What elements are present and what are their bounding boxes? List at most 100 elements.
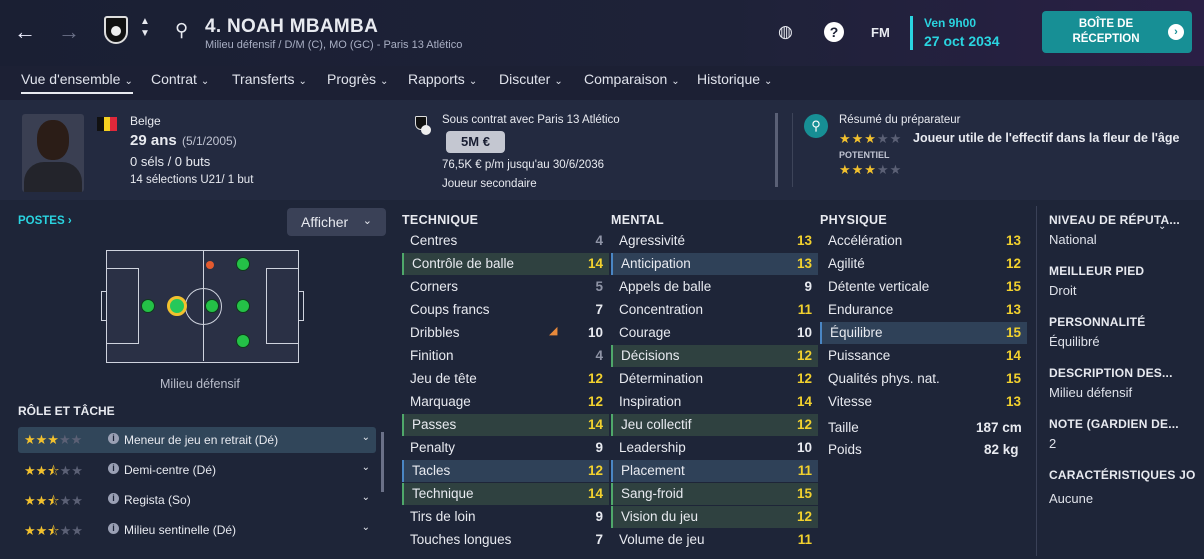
attribute-value: 12: [796, 509, 812, 524]
attribute-row[interactable]: Décisions 12: [611, 345, 818, 367]
player-switch-chevrons-icon[interactable]: ▲ ▼: [140, 16, 150, 40]
attribute-row[interactable]: Touches longues 7: [402, 529, 609, 551]
attribute-row[interactable]: Technique 14: [402, 483, 609, 505]
attribute-value: 12: [796, 348, 812, 363]
chevron-down-icon[interactable]: ⌄: [362, 522, 370, 533]
attribute-row[interactable]: Équilibre 15: [820, 322, 1027, 344]
info-icon[interactable]: i: [108, 433, 119, 444]
attribute-label: Coups francs: [410, 302, 490, 317]
nationality: Belge: [130, 114, 161, 128]
tab-progress[interactable]: Progrès ⌄: [327, 71, 388, 87]
tab-contract[interactable]: Contrat ⌄: [151, 71, 209, 87]
attribute-row[interactable]: Corners 5: [402, 276, 609, 298]
tab-reports[interactable]: Rapports ⌄: [408, 71, 477, 87]
attribute-row[interactable]: Passes 14: [402, 414, 609, 436]
attribute-value: 10: [796, 440, 812, 455]
attribute-row[interactable]: Courage 10: [611, 322, 818, 344]
attribute-row[interactable]: Centres 4: [402, 230, 609, 252]
attribute-label: Leadership: [619, 440, 686, 455]
game-date[interactable]: Ven 9h00 27 oct 2034: [910, 16, 1020, 50]
attribute-row[interactable]: Leadership 10: [611, 437, 818, 459]
attribute-value: 13: [1005, 233, 1021, 248]
attribute-row[interactable]: Finition 4: [402, 345, 609, 367]
attribute-row[interactable]: Puissance 14: [820, 345, 1027, 367]
attribute-row[interactable]: Volume de jeu 11: [611, 529, 818, 551]
attribute-row[interactable]: Tacles 12: [402, 460, 609, 482]
positions-label: POSTES: [18, 215, 65, 227]
attribute-row[interactable]: Agilité 12: [820, 253, 1027, 275]
help-icon[interactable]: ?: [824, 22, 844, 42]
club-crest-small-icon: [415, 116, 431, 135]
info-icon[interactable]: i: [108, 493, 119, 504]
attribute-row[interactable]: Accélération 13: [820, 230, 1027, 252]
tab-transfers[interactable]: Transferts ⌄: [232, 71, 307, 87]
role-item[interactable]: ★★★★★ i Meneur de jeu en retrait (Dé) ⌄: [18, 427, 376, 453]
forward-arrow-icon[interactable]: →: [58, 21, 80, 43]
attribute-label: Vitesse: [828, 394, 873, 409]
chevron-down-icon[interactable]: ⌄: [1158, 221, 1166, 232]
coach-summary-text: Joueur utile de l'effectif dans la fleur…: [913, 131, 1180, 145]
tab-discuss[interactable]: Discuter ⌄: [499, 71, 563, 87]
attribute-label: Inspiration: [619, 394, 682, 409]
attribute-row[interactable]: Marquage 12: [402, 391, 609, 413]
attribute-label: Puissance: [828, 348, 891, 363]
attribute-row[interactable]: Détente verticale 15: [820, 276, 1027, 298]
attribute-row[interactable]: Qualités phys. nat. 15: [820, 368, 1027, 390]
attribute-row[interactable]: Inspiration 14: [611, 391, 818, 413]
globe-icon[interactable]: ◍: [778, 22, 793, 42]
position-dot-am-right: [236, 257, 250, 271]
attribute-row[interactable]: Appels de balle 9: [611, 276, 818, 298]
attribute-row[interactable]: Concentration 11: [611, 299, 818, 321]
role-item[interactable]: ★★⯪★★ i Regista (So) ⌄: [18, 487, 376, 513]
inbox-button[interactable]: BOÎTE DE RÉCEPTION ›: [1042, 11, 1192, 53]
goalkeeper-rating-value: 2: [1049, 436, 1057, 451]
show-dropdown-button[interactable]: Afficher ⌄: [287, 208, 386, 236]
attribute-value: 12: [1005, 256, 1021, 271]
back-arrow-icon[interactable]: ←: [14, 21, 36, 43]
positions-link[interactable]: POSTES ›: [18, 215, 72, 227]
attribute-label: Finition: [410, 348, 454, 363]
attribute-label: Dribbles: [410, 325, 460, 340]
tab-comparison[interactable]: Comparaison ⌄: [584, 71, 680, 87]
scout-search-icon[interactable]: ⚲: [804, 114, 828, 138]
attribute-value: 12: [587, 394, 603, 409]
chevron-down-icon[interactable]: ⌄: [362, 462, 370, 473]
player-title: 4. NOAH MBAMBA: [205, 16, 379, 37]
info-icon[interactable]: i: [108, 463, 119, 474]
weight-value: 82 kg: [984, 442, 1019, 457]
attribute-row[interactable]: Penalty 9: [402, 437, 609, 459]
roles-scrollbar[interactable]: [381, 432, 384, 492]
attribute-row[interactable]: Anticipation 13: [611, 253, 818, 275]
attribute-row[interactable]: Contrôle de balle 14: [402, 253, 609, 275]
tab-history[interactable]: Historique ⌄: [697, 71, 772, 87]
attribute-row[interactable]: Endurance 13: [820, 299, 1027, 321]
role-item[interactable]: ★★⯪★★ i Milieu sentinelle (Dé) ⌄: [18, 517, 376, 543]
attribute-row[interactable]: Sang-froid 15: [611, 483, 818, 505]
attribute-row[interactable]: Détermination 12: [611, 368, 818, 390]
tab-overview[interactable]: Vue d'ensemble ⌄: [21, 71, 133, 94]
personality-label: PERSONNALITÉ: [1049, 315, 1146, 329]
role-name: Meneur de jeu en retrait (Dé): [124, 433, 279, 447]
info-icon[interactable]: i: [108, 523, 119, 534]
position-dot-mc: [205, 299, 219, 313]
attribute-label: Concentration: [619, 302, 704, 317]
player-age: 29 ans: [130, 132, 177, 149]
attribute-row[interactable]: Jeu de tête 12: [402, 368, 609, 390]
attribute-row[interactable]: Agressivité 13: [611, 230, 818, 252]
fm-menu-button[interactable]: FM: [871, 25, 890, 40]
role-stars: ★★⯪★★: [24, 463, 83, 478]
attribute-label: Agilité: [828, 256, 865, 271]
chevron-down-icon[interactable]: ⌄: [362, 432, 370, 443]
game-date-full: 27 oct 2034: [924, 33, 1000, 49]
search-icon[interactable]: ⚲: [175, 20, 188, 41]
attribute-label: Penalty: [410, 440, 456, 455]
attribute-row[interactable]: Tirs de loin 9: [402, 506, 609, 528]
attribute-row[interactable]: Vision du jeu 12: [611, 506, 818, 528]
role-item[interactable]: ★★⯪★★ i Demi-centre (Dé) ⌄: [18, 457, 376, 483]
attribute-row[interactable]: Jeu collectif 12: [611, 414, 818, 436]
attribute-row[interactable]: Coups francs 7: [402, 299, 609, 321]
chevron-down-icon[interactable]: ⌄: [362, 492, 370, 503]
attribute-row[interactable]: Dribbles 10: [402, 322, 609, 344]
attribute-row[interactable]: Vitesse 13: [820, 391, 1027, 413]
attribute-row[interactable]: Placement 11: [611, 460, 818, 482]
